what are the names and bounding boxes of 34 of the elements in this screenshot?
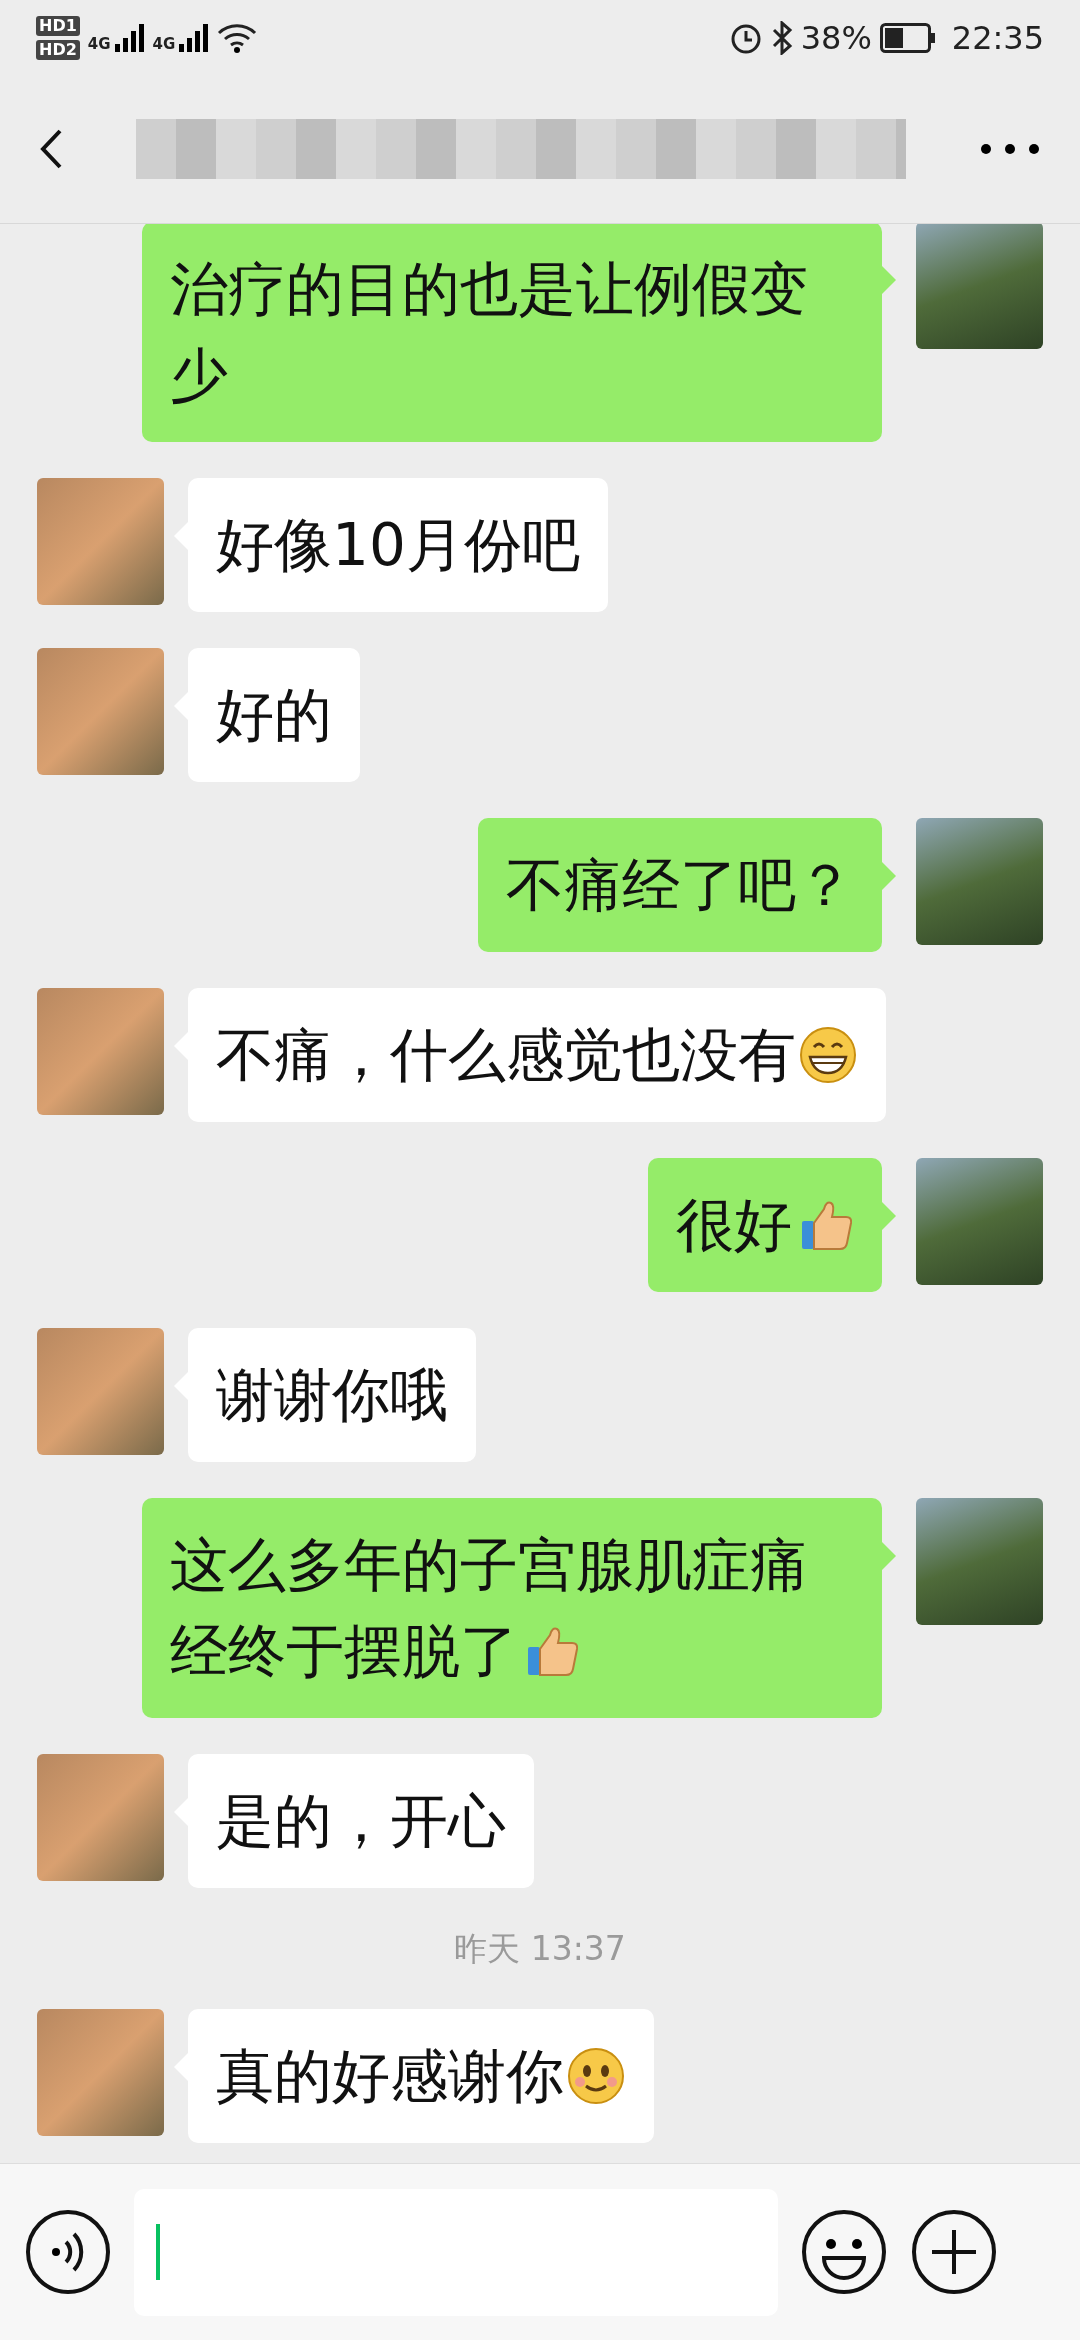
battery-percent: 38% — [800, 17, 872, 59]
emoji-icon[interactable] — [800, 2208, 888, 2296]
bluetooth-icon — [770, 20, 793, 55]
signal-icon — [114, 23, 145, 52]
grinning-face-icon — [798, 1024, 858, 1085]
back-icon[interactable] — [40, 129, 62, 169]
smiling-face-icon — [566, 2046, 626, 2106]
clock-time: 22:35 — [951, 17, 1044, 59]
sim-label: HD1 — [36, 15, 80, 36]
more-icon[interactable] — [980, 143, 1040, 155]
avatar[interactable] — [37, 2009, 164, 2136]
avatar[interactable] — [916, 1157, 1043, 1285]
bubble-tail — [882, 1541, 896, 1570]
wifi-icon — [217, 21, 258, 54]
signal-icon — [179, 23, 210, 52]
sim-label: HD2 — [36, 39, 80, 60]
bubble-tail — [882, 861, 896, 890]
network-label: 4G — [87, 36, 111, 52]
avatar[interactable] — [37, 1327, 164, 1455]
avatar[interactable] — [37, 987, 164, 1115]
bubble-tail — [882, 1201, 896, 1230]
bubble-tail — [882, 265, 896, 294]
avatar[interactable] — [916, 224, 1043, 349]
avatar[interactable] — [916, 817, 1043, 945]
network-label: 4G — [152, 36, 176, 52]
avatar[interactable] — [37, 647, 164, 775]
message-input-field[interactable] — [134, 2188, 778, 2316]
battery-icon — [879, 22, 936, 53]
avatar[interactable] — [916, 1497, 1043, 1625]
plus-icon[interactable] — [910, 2208, 998, 2296]
timestamp: 昨天 13:37 — [454, 1927, 626, 1970]
voice-icon[interactable] — [24, 2208, 112, 2296]
avatar[interactable] — [37, 477, 164, 605]
avatar[interactable] — [37, 1753, 164, 1881]
